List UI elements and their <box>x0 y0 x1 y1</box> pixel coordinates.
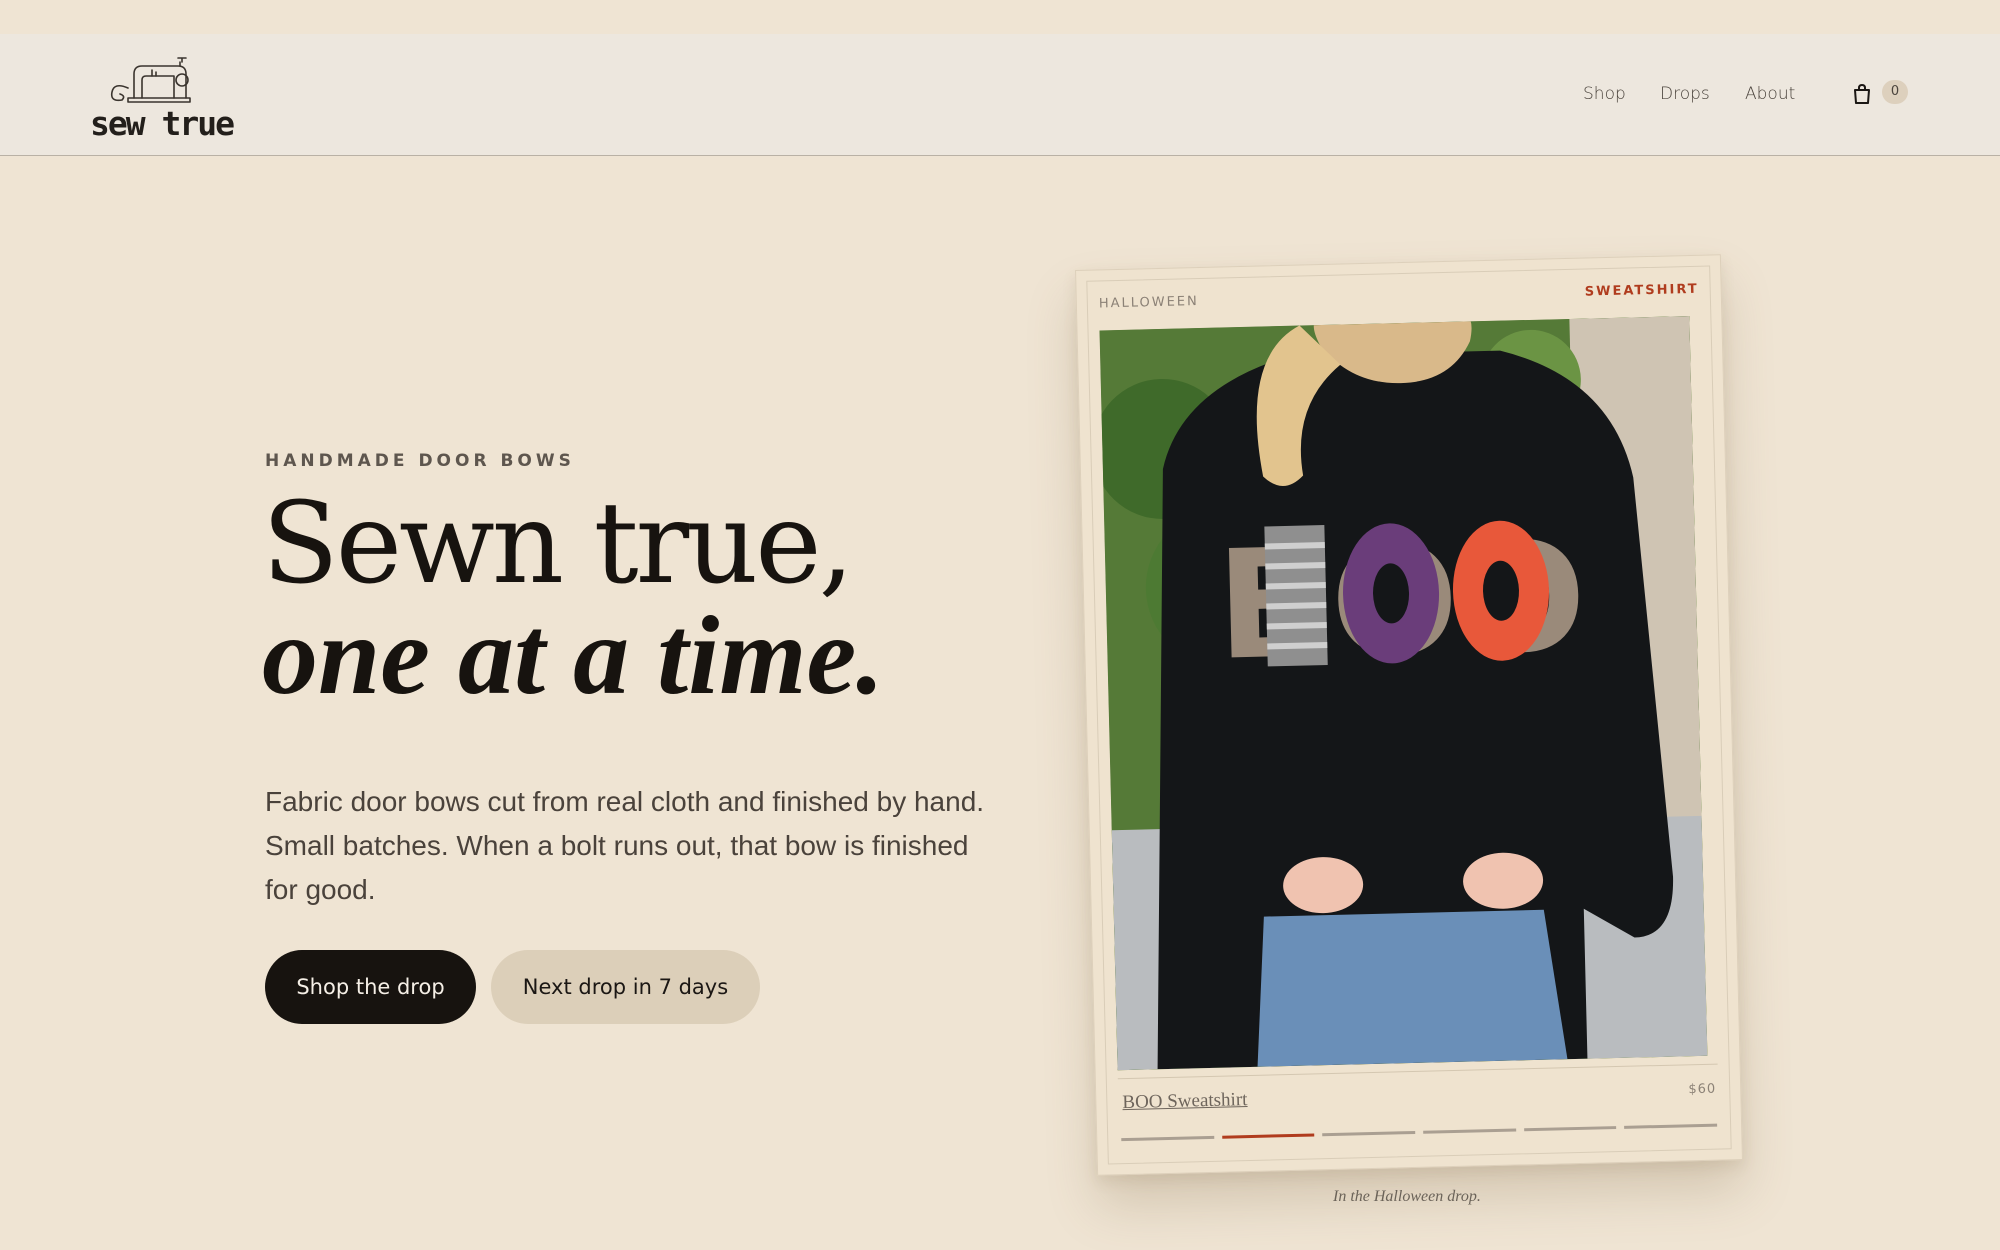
logo-text: sew true <box>90 104 235 143</box>
nav-about[interactable]: About <box>1745 84 1795 104</box>
top-strip <box>0 0 2000 34</box>
card-category: HALLOWEEN <box>1098 294 1199 312</box>
hero-headline-line2: one at a time. <box>262 594 885 718</box>
cart-count-badge: 0 <box>1882 80 1908 104</box>
logo[interactable]: sew true <box>90 52 235 143</box>
product-price: $60 <box>1688 1081 1717 1098</box>
shopping-bag-icon[interactable] <box>1850 82 1874 106</box>
hero-eyebrow: HANDMADE DOOR BOWS <box>265 451 575 471</box>
card-product-type: SWEATSHIRT <box>1584 281 1699 300</box>
sweatshirt-photo-illustration: BOO <box>1099 316 1708 1071</box>
next-drop-button[interactable]: Next drop in 7 days <box>491 950 760 1024</box>
hero-body-text: Fabric door bows cut from real cloth and… <box>265 786 985 905</box>
nav-shop[interactable]: Shop <box>1583 84 1626 104</box>
nav-drops[interactable]: Drops <box>1660 84 1710 104</box>
shop-the-drop-button[interactable]: Shop the drop <box>265 950 476 1024</box>
product-card[interactable]: HALLOWEEN SWEATSHIRT BOO BOO Sweatshirt … <box>1075 254 1743 1176</box>
product-photo[interactable]: BOO <box>1099 316 1708 1071</box>
hero-headline-line1: Sewn true, <box>262 479 854 609</box>
card-caption: In the Halloween drop. <box>1333 1188 1481 1205</box>
site-header: sew true Shop Drops About 0 <box>0 34 2000 156</box>
sewing-machine-icon <box>110 57 191 103</box>
product-name-link[interactable]: BOO Sweatshirt <box>1122 1089 1248 1114</box>
